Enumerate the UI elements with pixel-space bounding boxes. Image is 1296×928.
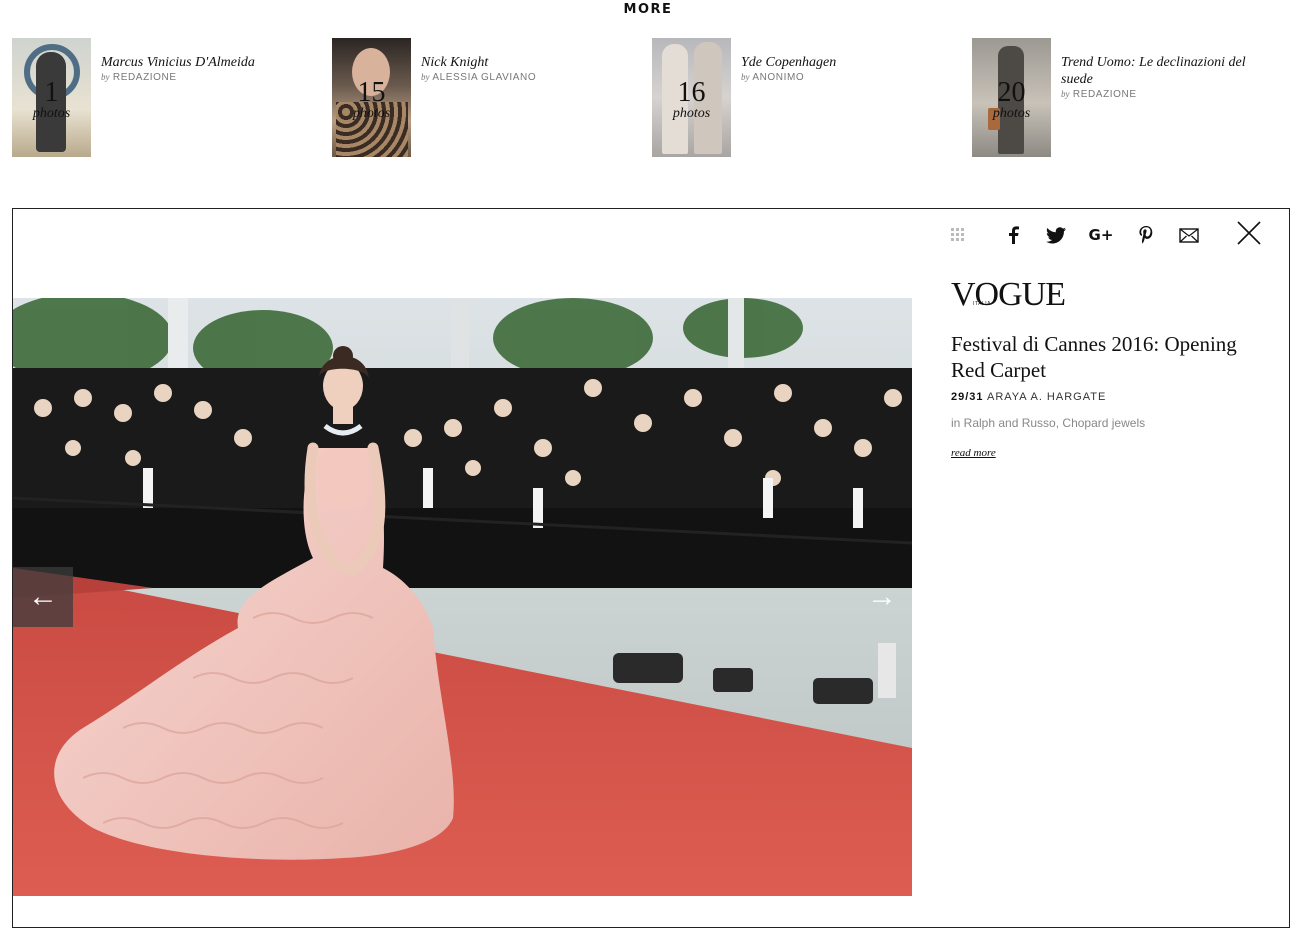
gallery-thumbnail[interactable]: 15 photos (332, 38, 411, 157)
photo-count-label: photos (352, 105, 391, 121)
google-plus-icon[interactable]: G+ (1088, 223, 1114, 247)
photo-count: 20 (997, 76, 1026, 108)
photo-count: 1 (44, 76, 59, 108)
gallery-title[interactable]: Trend Uomo: Le declinazioni del suede (1061, 54, 1276, 88)
photo-count-label: photos (992, 105, 1031, 121)
photo-title: Festival di Cannes 2016: Opening Red Car… (951, 332, 1237, 382)
gallery-byline: by REDAZIONE (1061, 89, 1137, 100)
email-icon[interactable] (1176, 223, 1202, 247)
photo-index: 29/31 (951, 391, 984, 403)
photo-info-panel: VOGUE ITALIA Festival di Cannes 2016: Op… (951, 277, 1271, 461)
read-more-link[interactable]: read more (951, 447, 996, 459)
photo-counter: 29/31 ARAYA A. HARGATE (951, 391, 1271, 403)
gallery-byline: by ANONIMO (741, 72, 805, 83)
gallery-title[interactable]: Yde Copenhagen (741, 54, 956, 71)
gallery-item[interactable]: 15 photos Nick Knight by ALESSIA GLAVIAN… (332, 38, 642, 158)
gallery-author[interactable]: REDAZIONE (113, 72, 177, 83)
gallery-byline: by ALESSIA GLAVIANO (421, 72, 537, 83)
grid-icon[interactable] (945, 223, 971, 247)
gallery-byline: by REDAZIONE (101, 72, 177, 83)
previous-arrow-button[interactable]: ← (13, 567, 73, 627)
gallery-author[interactable]: ANONIMO (752, 72, 804, 83)
photo-viewer: G+ ← → VOGUE ITALIA Festival di Cannes 2… (12, 208, 1290, 928)
gallery-item[interactable]: 1 photos Marcus Vinicius D'Almeida by RE… (12, 38, 322, 158)
pinterest-icon[interactable] (1133, 223, 1159, 247)
photo-count-label: photos (672, 105, 711, 121)
gallery-author[interactable]: ALESSIA GLAVIANO (432, 72, 536, 83)
photo-subject: ARAYA A. HARGATE (986, 391, 1107, 403)
gallery-author[interactable]: REDAZIONE (1073, 89, 1137, 100)
gallery-item[interactable]: 20 photos Trend Uomo: Le declinazioni de… (972, 38, 1282, 158)
photo-count: 16 (677, 76, 706, 108)
gallery-title[interactable]: Nick Knight (421, 54, 636, 71)
vogue-logo: VOGUE ITALIA (951, 276, 1066, 313)
photo-count-label: photos (32, 105, 71, 121)
twitter-icon[interactable] (1043, 223, 1069, 247)
gallery-item[interactable]: 16 photos Yde Copenhagen by ANONIMO (652, 38, 962, 158)
share-bar: G+ (13, 223, 1291, 247)
photo-caption: in Ralph and Russo, Chopard jewels (951, 416, 1146, 430)
more-heading: MORE (623, 2, 673, 17)
facebook-icon[interactable] (1000, 223, 1026, 247)
gallery-title[interactable]: Marcus Vinicius D'Almeida (101, 54, 316, 71)
gallery-thumbnail[interactable]: 20 photos (972, 38, 1051, 157)
photo-count: 15 (357, 76, 386, 108)
gallery-photo (13, 298, 912, 896)
gallery-thumbnail[interactable]: 1 photos (12, 38, 91, 157)
gallery-thumbnail[interactable]: 16 photos (652, 38, 731, 157)
next-arrow-button[interactable]: → (852, 567, 912, 627)
close-icon[interactable] (1237, 221, 1265, 249)
